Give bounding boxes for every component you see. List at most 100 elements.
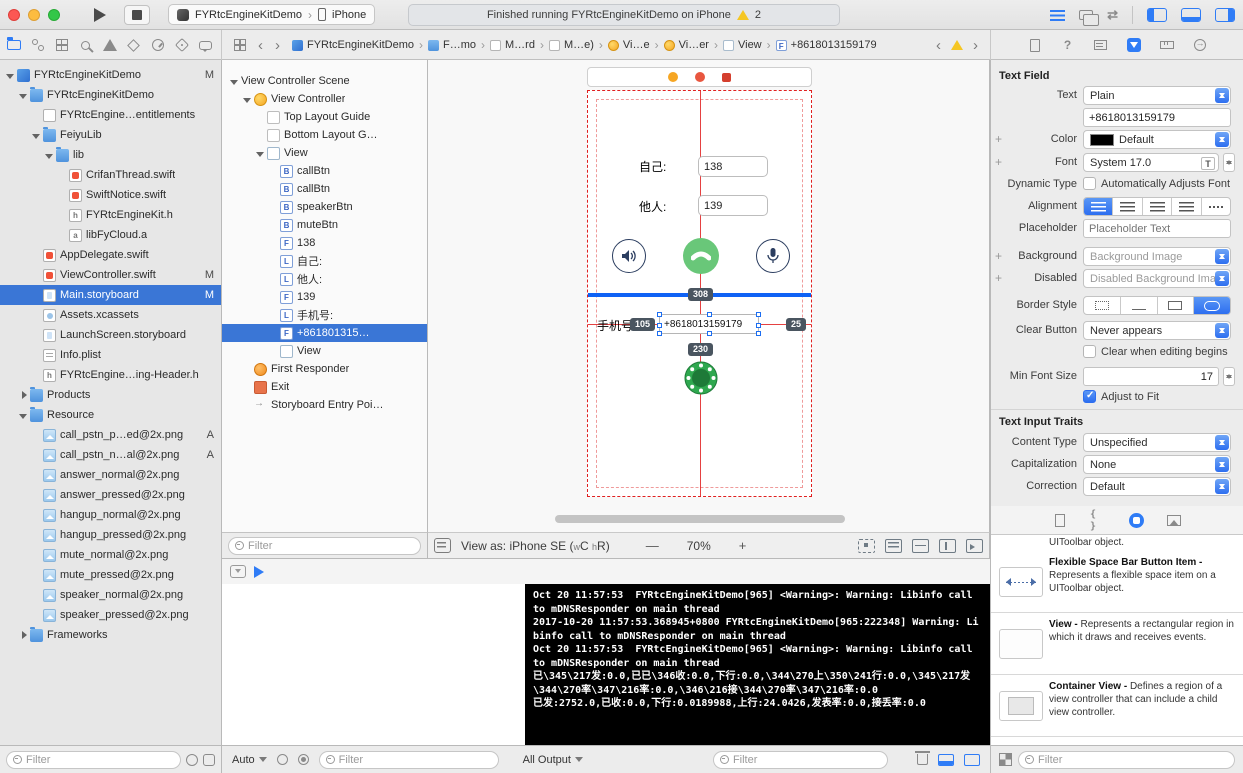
view-controller-dock-icon[interactable] — [668, 72, 678, 82]
variables-view[interactable] — [222, 584, 525, 745]
file-inspector-tab[interactable] — [1027, 37, 1043, 53]
navigator-row[interactable]: Main.storyboard M — [0, 285, 221, 305]
outline-row[interactable]: BcallBtn — [222, 162, 427, 180]
go-forward-button[interactable]: › — [269, 38, 286, 53]
previous-issue-button[interactable]: ‹ — [930, 38, 947, 53]
breadcrumb-item[interactable]: M…rd — [490, 39, 535, 51]
resize-handle[interactable] — [707, 331, 712, 336]
resize-handle[interactable] — [657, 331, 662, 336]
run-button[interactable] — [94, 7, 106, 22]
zoom-out-button[interactable]: — — [646, 538, 659, 553]
library-filter-field[interactable] — [1018, 750, 1235, 769]
recent-files-icon[interactable] — [186, 753, 198, 766]
outline-row[interactable]: View Controller — [222, 90, 427, 108]
debug-navigator-tab[interactable] — [150, 37, 165, 53]
resize-handle[interactable] — [756, 331, 761, 336]
disclosure-triangle-icon[interactable] — [256, 149, 265, 158]
go-back-button[interactable]: ‹ — [252, 38, 269, 53]
outline-filter-field[interactable] — [228, 536, 421, 555]
adjust-to-fit-checkbox[interactable] — [1083, 390, 1096, 403]
outline-row[interactable]: BmuteBtn — [222, 216, 427, 234]
outline-filter-input[interactable] — [248, 539, 414, 552]
console-filter-field[interactable] — [712, 750, 888, 769]
zoom-window-button[interactable] — [48, 8, 60, 21]
resize-handle[interactable] — [707, 312, 712, 317]
navigator-row[interactable]: Resource — [0, 405, 221, 425]
navigator-filter-input[interactable] — [26, 753, 174, 766]
disclosure-triangle-icon[interactable] — [19, 91, 28, 100]
library-filter-input[interactable] — [1038, 753, 1228, 766]
self-number-field[interactable]: 138 — [698, 156, 768, 177]
disclosure-triangle-icon[interactable] — [19, 411, 28, 420]
interface-builder-canvas[interactable]: 自己: 138 他人: 139 308 手机号: 105 +8618013159… — [428, 60, 990, 532]
breadcrumb-item[interactable]: Vi…er — [663, 39, 709, 51]
other-number-field[interactable]: 139 — [698, 195, 768, 216]
font-field[interactable]: System 17.0 — [1083, 153, 1219, 172]
connections-inspector-tab[interactable] — [1192, 37, 1208, 53]
navigator-filter-field[interactable] — [6, 750, 181, 769]
editor-lines-icon[interactable] — [1050, 9, 1066, 21]
navigator-row[interactable]: mute_pressed@2x.png — [0, 565, 221, 585]
correction-popup[interactable]: Default — [1083, 477, 1231, 496]
navigator-row[interactable]: CrifanThread.swift — [0, 165, 221, 185]
resolve-autolayout-button[interactable] — [966, 538, 983, 553]
disclosure-triangle-icon[interactable] — [243, 95, 252, 104]
find-navigator-tab[interactable] — [78, 37, 93, 53]
file-template-library-tab[interactable] — [1052, 512, 1068, 528]
report-navigator-tab[interactable] — [198, 37, 213, 53]
show-console-view-button[interactable] — [964, 753, 980, 766]
outline-row[interactable]: View Controller Scene — [222, 72, 427, 90]
related-items-icon[interactable] — [234, 39, 246, 51]
outline-row[interactable]: Exit — [222, 378, 427, 396]
phone-number-field[interactable]: +8618013159179 — [657, 312, 761, 336]
navigator-row[interactable]: FeiyuLib — [0, 125, 221, 145]
grid-view-icon[interactable] — [999, 753, 1012, 766]
navigator-row[interactable]: mute_normal@2x.png — [0, 545, 221, 565]
outline-row[interactable]: Top Layout Guide — [222, 108, 427, 126]
toggle-document-outline-button[interactable] — [434, 538, 451, 553]
breadcrumb-item[interactable]: Vi…e — [607, 39, 650, 51]
outline-row[interactable]: View — [222, 342, 427, 360]
navigator-row[interactable]: lib — [0, 145, 221, 165]
outline-row[interactable]: F +861801315… — [222, 324, 427, 342]
next-issue-button[interactable]: › — [967, 38, 984, 53]
navigator-row[interactable]: answer_normal@2x.png — [0, 465, 221, 485]
console-output[interactable]: Oct 20 11:57:53 FYRtcEngineKitDemo[965] … — [525, 584, 990, 745]
min-font-size-field[interactable] — [1083, 367, 1219, 386]
other-label[interactable]: 他人: — [639, 198, 666, 215]
close-window-button[interactable] — [8, 8, 20, 21]
border-none-segment[interactable] — [1084, 297, 1121, 314]
navigator-row[interactable]: speaker_pressed@2x.png — [0, 605, 221, 625]
breakpoint-navigator-tab[interactable] — [174, 37, 189, 53]
console-filter-input[interactable] — [732, 753, 881, 766]
flag-icon[interactable] — [297, 754, 309, 765]
align-natural-segment[interactable] — [1202, 198, 1230, 215]
symbol-navigator-tab[interactable] — [54, 37, 69, 53]
breadcrumb-item[interactable]: F…mo — [428, 39, 476, 51]
add-constraints-button[interactable] — [939, 538, 956, 553]
align-center-segment[interactable] — [1113, 198, 1143, 215]
quick-help-inspector-tab[interactable] — [1060, 37, 1076, 53]
outline-row[interactable]: F 138 — [222, 234, 427, 252]
scene-dock[interactable] — [587, 67, 812, 87]
variables-filter-input[interactable] — [338, 753, 492, 766]
navigator-row[interactable]: FYRtcEngine…entitlements — [0, 105, 221, 125]
navigator-row[interactable]: a libFyCloud.a — [0, 225, 221, 245]
object-library-tab[interactable] — [1128, 512, 1144, 528]
capitalization-popup[interactable]: None — [1083, 455, 1231, 474]
min-font-size-stepper[interactable] — [1223, 367, 1235, 386]
navigator-row[interactable]: h FYRtcEngineKit.h — [0, 205, 221, 225]
project-navigator-tab[interactable] — [6, 37, 21, 53]
disclosure-triangle-icon[interactable] — [32, 131, 41, 140]
speaker-button[interactable] — [612, 239, 646, 273]
update-frames-button[interactable] — [858, 538, 875, 553]
breadcrumb-item[interactable]: View — [722, 39, 762, 51]
disabled-background-popup[interactable]: Disabled Background Ima — [1083, 269, 1231, 288]
outline-row[interactable]: L 自己: — [222, 252, 427, 270]
clear-console-button[interactable] — [915, 751, 930, 765]
call-button[interactable] — [683, 238, 719, 274]
zoom-in-button[interactable]: + — [739, 538, 747, 553]
clear-when-editing-checkbox[interactable] — [1083, 345, 1096, 358]
show-only-icon[interactable] — [276, 754, 288, 765]
color-popup[interactable]: Default — [1083, 130, 1231, 149]
